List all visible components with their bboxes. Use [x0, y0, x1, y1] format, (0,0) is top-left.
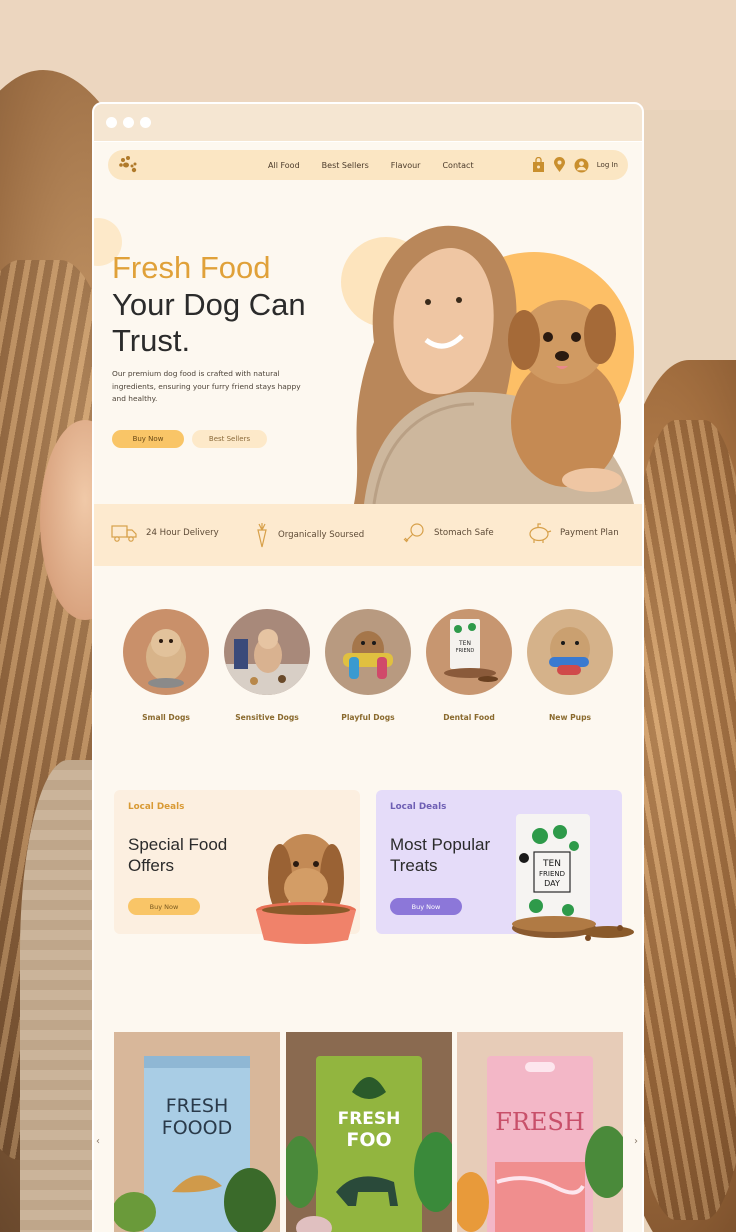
sensitive-dogs-image — [224, 609, 310, 695]
nav-link-best-sellers[interactable]: Best Sellers — [322, 161, 369, 170]
category-playful-dogs[interactable]: Playful Dogs — [324, 609, 412, 722]
deal-title: Special Food Offers — [128, 834, 227, 877]
deal-tag: Local Deals — [128, 802, 185, 812]
deal-tag: Local Deals — [390, 802, 447, 812]
shopping-bag-icon[interactable] — [532, 157, 545, 173]
feature-organic: Organically Soursed — [254, 522, 364, 548]
basset-hound-bowl-image — [256, 834, 356, 944]
nav-link-contact[interactable]: Contact — [442, 161, 473, 170]
hero-title-accent: Fresh Food — [112, 250, 271, 285]
window-minimize-dot[interactable] — [123, 117, 134, 128]
paw-logo-icon[interactable] — [118, 155, 140, 175]
category-label: Playful Dogs — [341, 713, 395, 722]
login-link[interactable]: Log In — [597, 161, 618, 169]
window-close-dot[interactable] — [106, 117, 117, 128]
product-card-pink-bag[interactable]: FRESH — [457, 1032, 623, 1232]
dental-bag-text-2: FRIEND — [456, 648, 475, 654]
location-pin-icon[interactable] — [553, 157, 566, 173]
feature-label: Organically Soursed — [278, 530, 365, 540]
feature-label: Stomach Safe — [434, 528, 494, 538]
hero-woman-with-dog-image — [341, 225, 634, 504]
deal-title: Most Popular Treats — [390, 834, 490, 877]
feature-delivery: 24 Hour Delivery — [110, 522, 219, 544]
deal-card-popular-treats[interactable]: Local Deals Most Popular Treats Buy Now … — [376, 790, 634, 941]
product-card-blue-bag[interactable]: FRESH FOOOD — [114, 1032, 280, 1232]
bone-icon — [403, 523, 424, 543]
playful-dogs-image — [325, 609, 411, 695]
hero-title: Fresh Food Your Dog Can Trust. — [112, 250, 306, 360]
carousel-next-arrow[interactable]: › — [634, 1136, 638, 1147]
category-dental-food[interactable]: TEN FRIEND Dental Food — [425, 609, 513, 722]
deal-title-line1: Special Food — [128, 835, 228, 854]
category-label: Dental Food — [443, 713, 495, 722]
piggy-bank-icon — [529, 523, 552, 543]
dental-food-image: TEN FRIEND — [426, 609, 512, 695]
product-card-green-bag[interactable]: FRESH FOO — [286, 1032, 452, 1232]
feature-payment-plan: Payment Plan — [526, 522, 619, 544]
truck-icon — [111, 525, 137, 542]
deal-buy-now-button[interactable]: Buy Now — [128, 898, 200, 915]
treat-bag-text-2: FRIEND — [539, 870, 565, 878]
product-bag-line2: FOO — [346, 1129, 391, 1151]
category-label: Small Dogs — [142, 713, 190, 722]
user-avatar-icon[interactable] — [574, 158, 589, 173]
carrot-icon — [257, 523, 267, 548]
hero-buy-now-button[interactable]: Buy Now — [112, 430, 184, 448]
carousel-prev-arrow[interactable]: ‹ — [96, 1136, 100, 1147]
feature-strip: 24 Hour Delivery Organically Soursed Sto… — [94, 504, 642, 566]
feature-stomach-safe: Stomach Safe — [402, 522, 494, 544]
window-maximize-dot[interactable] — [140, 117, 151, 128]
feature-label: Payment Plan — [560, 528, 619, 538]
product-bag-line1: FRESH — [338, 1109, 401, 1129]
deal-card-special-offers[interactable]: Local Deals Special Food Offers Buy Now — [114, 790, 360, 944]
category-label: New Pups — [548, 713, 592, 722]
product-bag-line1: FRESH — [166, 1095, 228, 1117]
treat-bag-image: TEN FRIEND DAY — [512, 814, 634, 941]
browser-window: All Food Best Sellers Flavour Contact Lo… — [92, 102, 644, 1232]
deal-title-line2: Treats — [390, 856, 438, 876]
deal-title-line2: Offers — [128, 856, 174, 876]
dental-bag-text-1: TEN — [458, 640, 471, 647]
feature-label: 24 Hour Delivery — [146, 528, 219, 538]
nav-link-all-food[interactable]: All Food — [268, 161, 300, 170]
hero-title-line3: Trust. — [112, 323, 191, 359]
window-titlebar — [94, 104, 642, 142]
treat-bag-text-1: TEN — [542, 859, 561, 869]
deal-title-line1: Most Popular — [390, 835, 491, 854]
navbar: All Food Best Sellers Flavour Contact Lo… — [108, 150, 628, 180]
category-small-dogs[interactable]: Small Dogs — [122, 609, 210, 722]
nav-link-flavour[interactable]: Flavour — [391, 161, 421, 170]
category-new-pups[interactable]: New Pups — [526, 609, 614, 722]
hero-description: Our premium dog food is crafted with nat… — [112, 369, 301, 404]
treat-bag-text-3: DAY — [544, 879, 560, 888]
category-label: Sensitive Dogs — [235, 713, 299, 722]
product-bag-line2: FOOOD — [162, 1117, 232, 1139]
new-pups-image — [527, 609, 613, 695]
hero-title-line2: Your Dog Can — [112, 286, 306, 322]
small-dogs-image — [123, 609, 209, 695]
product-bag-line1: FRESH — [495, 1108, 585, 1136]
deal-buy-now-button[interactable]: Buy Now — [390, 898, 462, 915]
category-sensitive-dogs[interactable]: Sensitive Dogs — [223, 609, 311, 722]
hero-best-sellers-button[interactable]: Best Sellers — [192, 430, 267, 448]
